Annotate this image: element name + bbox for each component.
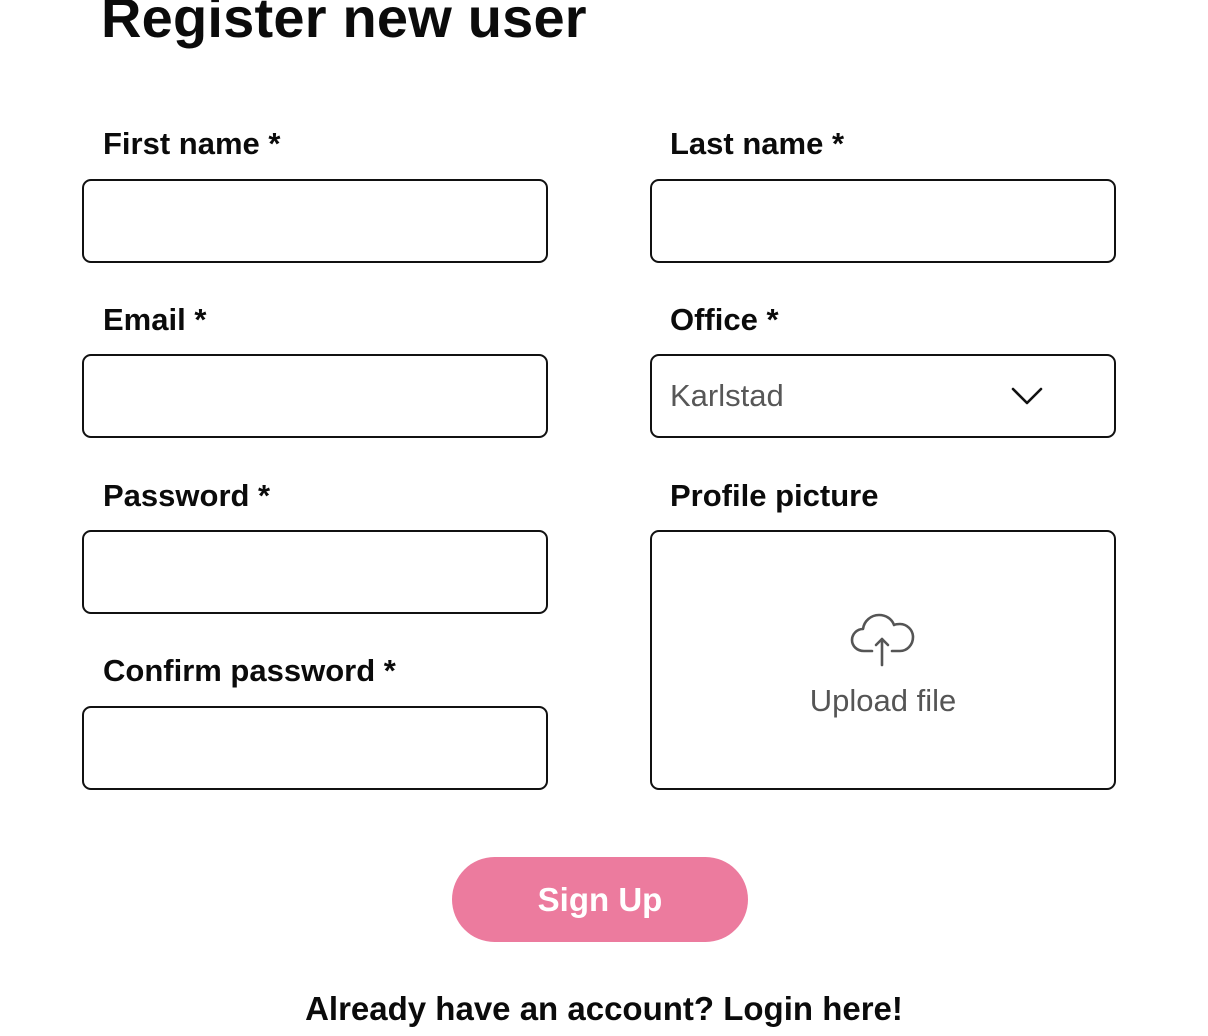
login-prompt-text: Already have an account?	[305, 990, 715, 1027]
office-select[interactable]: Karlstad	[650, 354, 1116, 438]
confirm-password-label: Confirm password *	[103, 653, 396, 688]
password-field[interactable]	[82, 530, 548, 614]
last-name-label: Last name *	[670, 126, 845, 161]
email-field[interactable]	[82, 354, 548, 438]
password-label: Password *	[103, 478, 271, 513]
register-page: Register new user First name * Last name…	[0, 0, 1208, 1036]
first-name-label: First name *	[103, 126, 281, 161]
profile-picture-dropzone[interactable]: Upload file	[650, 530, 1116, 790]
email-label: Email *	[103, 302, 207, 337]
profile-picture-label: Profile picture	[670, 478, 879, 513]
office-select-value: Karlstad	[670, 378, 784, 413]
page-title: Register new user	[101, 0, 587, 49]
login-link[interactable]: Login here!	[723, 990, 903, 1027]
first-name-field[interactable]	[82, 179, 548, 263]
upload-file-label: Upload file	[809, 683, 957, 718]
cloud-upload-icon	[848, 611, 918, 667]
sign-up-button[interactable]: Sign Up	[452, 857, 748, 942]
login-prompt: Already have an account? Login here!	[0, 990, 1208, 1028]
confirm-password-field[interactable]	[82, 706, 548, 790]
last-name-field[interactable]	[650, 179, 1116, 263]
chevron-down-icon	[1010, 379, 1044, 413]
office-label: Office *	[670, 302, 779, 337]
